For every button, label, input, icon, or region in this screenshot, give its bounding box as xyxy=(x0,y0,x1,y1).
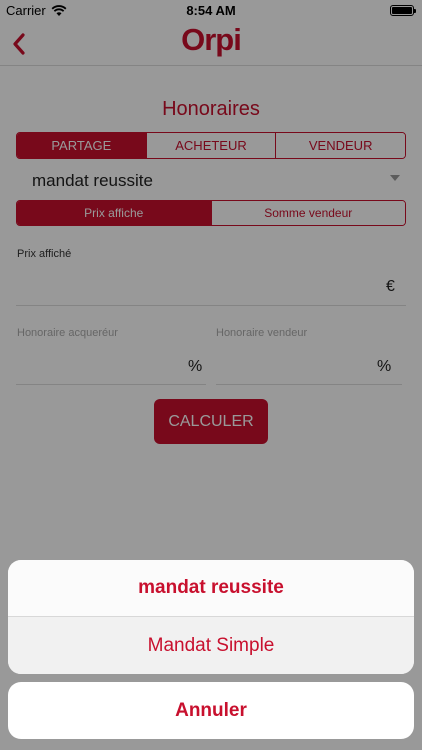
option-mandat-reussite[interactable]: mandat reussite xyxy=(8,560,414,617)
action-sheet-options: mandat reussite Mandat Simple xyxy=(8,560,414,674)
cancel-button[interactable]: Annuler xyxy=(8,682,414,739)
action-sheet-cancel: Annuler xyxy=(8,682,414,739)
option-mandat-simple[interactable]: Mandat Simple xyxy=(8,617,414,674)
